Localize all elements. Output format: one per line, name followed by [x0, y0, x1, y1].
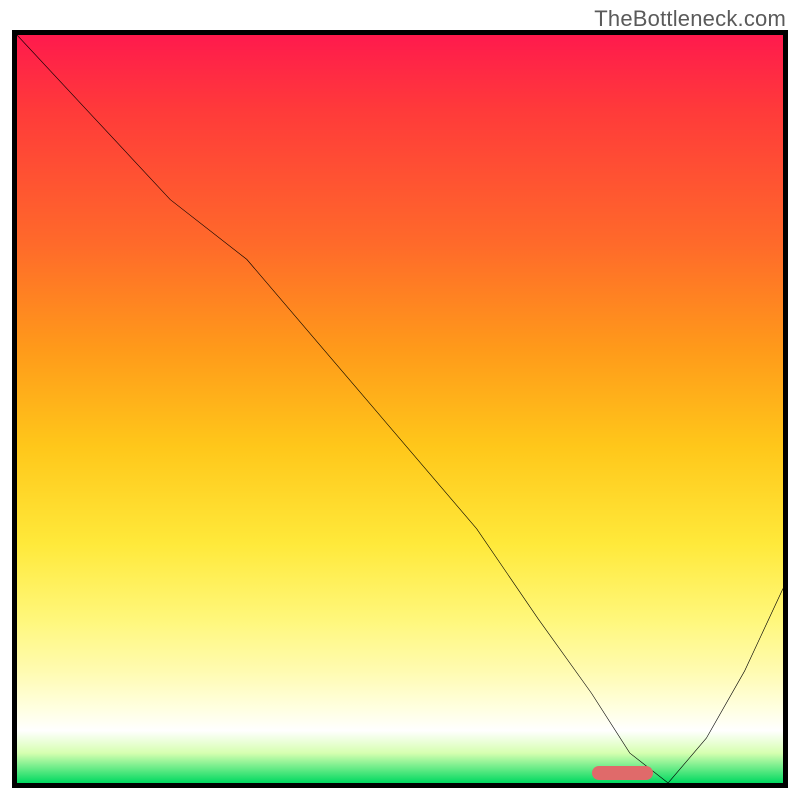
chart-frame [12, 30, 788, 788]
bottleneck-curve [17, 35, 783, 783]
watermark-text: TheBottleneck.com [594, 6, 786, 32]
optimum-marker [592, 766, 653, 780]
